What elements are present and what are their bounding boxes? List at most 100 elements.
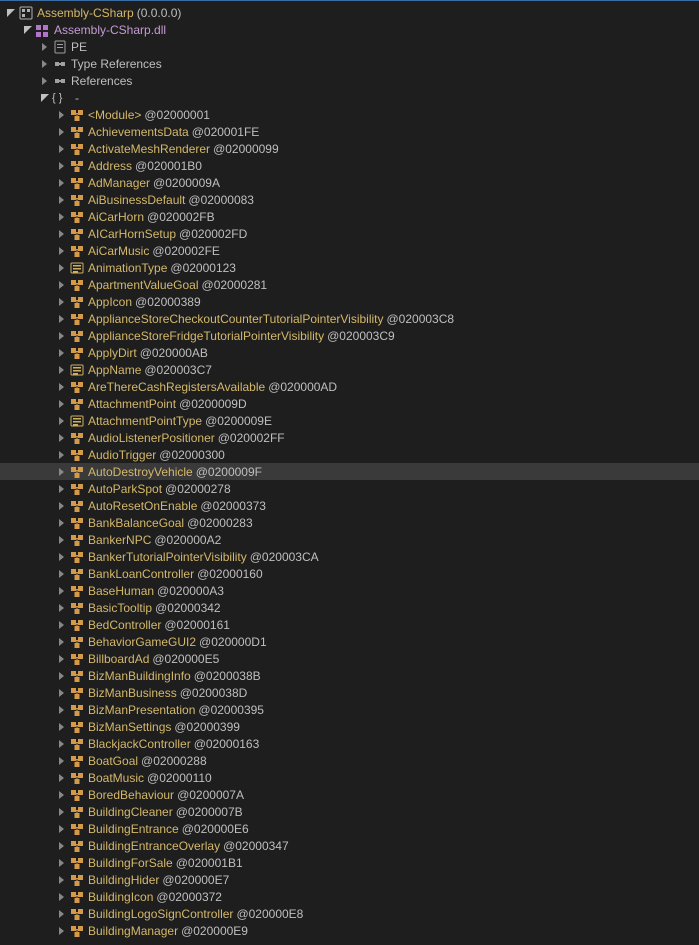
tree-row-type[interactable]: ActivateMeshRenderer@02000099: [0, 140, 699, 157]
collapse-arrow-icon[interactable]: [57, 671, 67, 681]
collapse-arrow-icon[interactable]: [57, 569, 67, 579]
tree-row-type[interactable]: AudioListenerPositioner@020002FF: [0, 429, 699, 446]
collapse-arrow-icon[interactable]: [57, 892, 67, 902]
collapse-arrow-icon[interactable]: [57, 807, 67, 817]
tree-row-type[interactable]: BuildingManager@020000E9: [0, 922, 699, 939]
tree-row-type[interactable]: AppIcon@02000389: [0, 293, 699, 310]
tree-row-type[interactable]: AutoDestroyVehicle@0200009F: [0, 463, 699, 480]
tree-row-type[interactable]: BedController@02000161: [0, 616, 699, 633]
collapse-arrow-icon[interactable]: [57, 144, 67, 154]
tree-row-type[interactable]: BuildingHider@020000E7: [0, 871, 699, 888]
tree-row-type[interactable]: BoredBehaviour@0200007A: [0, 786, 699, 803]
collapse-arrow-icon[interactable]: [57, 246, 67, 256]
tree-row-type[interactable]: AdManager@0200009A: [0, 174, 699, 191]
tree-row-type[interactable]: AudioTrigger@02000300: [0, 446, 699, 463]
tree-row-typerefs[interactable]: Type References: [0, 55, 699, 72]
tree-row-type[interactable]: AttachmentPointType@0200009E: [0, 412, 699, 429]
collapse-arrow-icon[interactable]: [57, 348, 67, 358]
collapse-arrow-icon[interactable]: [57, 161, 67, 171]
collapse-arrow-icon[interactable]: [57, 535, 67, 545]
tree-row-refs[interactable]: References: [0, 72, 699, 89]
collapse-arrow-icon[interactable]: [57, 127, 67, 137]
collapse-arrow-icon[interactable]: [57, 467, 67, 477]
tree-row-type[interactable]: BankerTutorialPointerVisibility@020003CA: [0, 548, 699, 565]
collapse-arrow-icon[interactable]: [57, 365, 67, 375]
collapse-arrow-icon[interactable]: [57, 552, 67, 562]
collapse-arrow-icon[interactable]: [57, 518, 67, 528]
tree-row-type[interactable]: BoatGoal@02000288: [0, 752, 699, 769]
collapse-arrow-icon[interactable]: [57, 280, 67, 290]
collapse-arrow-icon[interactable]: [57, 841, 67, 851]
tree-row-type[interactable]: BasicTooltip@02000342: [0, 599, 699, 616]
collapse-arrow-icon[interactable]: [57, 722, 67, 732]
tree-row-type[interactable]: AchievementsData@020001FE: [0, 123, 699, 140]
tree-row-type[interactable]: AppName@020003C7: [0, 361, 699, 378]
tree-row-type[interactable]: ApplianceStoreCheckoutCounterTutorialPoi…: [0, 310, 699, 327]
tree-row-type[interactable]: BuildingCleaner@0200007B: [0, 803, 699, 820]
collapse-arrow-icon[interactable]: [57, 195, 67, 205]
collapse-arrow-icon[interactable]: [57, 178, 67, 188]
collapse-arrow-icon[interactable]: [57, 382, 67, 392]
tree-row-type[interactable]: ApplianceStoreFridgeTutorialPointerVisib…: [0, 327, 699, 344]
tree-row-assembly[interactable]: Assembly-CSharp (0.0.0.0): [0, 4, 699, 21]
collapse-arrow-icon[interactable]: [57, 739, 67, 749]
collapse-arrow-icon[interactable]: [57, 756, 67, 766]
tree-row-type[interactable]: BaseHuman@020000A3: [0, 582, 699, 599]
collapse-arrow-icon[interactable]: [57, 790, 67, 800]
collapse-arrow-icon[interactable]: [57, 620, 67, 630]
tree-row-type[interactable]: BizManPresentation@02000395: [0, 701, 699, 718]
collapse-arrow-icon[interactable]: [57, 212, 67, 222]
collapse-arrow-icon[interactable]: [57, 909, 67, 919]
expand-arrow-icon[interactable]: [23, 25, 33, 35]
tree-row-type[interactable]: BehaviorGameGUI2@020000D1: [0, 633, 699, 650]
tree-row-namespace[interactable]: { } -: [0, 89, 699, 106]
collapse-arrow-icon[interactable]: [57, 875, 67, 885]
tree-row-pe[interactable]: PE: [0, 38, 699, 55]
tree-row-type[interactable]: <Module>@02000001: [0, 106, 699, 123]
collapse-arrow-icon[interactable]: [57, 637, 67, 647]
expand-arrow-icon[interactable]: [6, 8, 16, 18]
collapse-arrow-icon[interactable]: [57, 297, 67, 307]
tree-row-type[interactable]: ApartmentValueGoal@02000281: [0, 276, 699, 293]
tree-row-type[interactable]: BoatMusic@02000110: [0, 769, 699, 786]
tree-row-type[interactable]: BuildingForSale@020001B1: [0, 854, 699, 871]
collapse-arrow-icon[interactable]: [57, 484, 67, 494]
collapse-arrow-icon[interactable]: [57, 654, 67, 664]
expand-arrow-icon[interactable]: [40, 93, 50, 103]
collapse-arrow-icon[interactable]: [57, 858, 67, 868]
tree-row-type[interactable]: ApplyDirt@020000AB: [0, 344, 699, 361]
tree-row-type[interactable]: BillboardAd@020000E5: [0, 650, 699, 667]
tree-row-type[interactable]: BuildingEntranceOverlay@02000347: [0, 837, 699, 854]
tree-row-type[interactable]: BuildingLogoSignController@020000E8: [0, 905, 699, 922]
tree-row-type[interactable]: Address@020001B0: [0, 157, 699, 174]
tree-row-type[interactable]: BankBalanceGoal@02000283: [0, 514, 699, 531]
tree-row-type[interactable]: AICarHornSetup@020002FD: [0, 225, 699, 242]
tree-row-type[interactable]: BlackjackController@02000163: [0, 735, 699, 752]
tree-row-type[interactable]: BuildingEntrance@020000E6: [0, 820, 699, 837]
collapse-arrow-icon[interactable]: [57, 705, 67, 715]
tree-row-type[interactable]: AttachmentPoint@0200009D: [0, 395, 699, 412]
collapse-arrow-icon[interactable]: [57, 263, 67, 273]
tree-row-dll[interactable]: Assembly-CSharp.dll: [0, 21, 699, 38]
collapse-arrow-icon[interactable]: [57, 314, 67, 324]
tree-row-type[interactable]: BankLoanController@02000160: [0, 565, 699, 582]
tree-row-type[interactable]: AiBusinessDefault@02000083: [0, 191, 699, 208]
collapse-arrow-icon[interactable]: [57, 450, 67, 460]
tree-row-type[interactable]: BizManSettings@02000399: [0, 718, 699, 735]
collapse-arrow-icon[interactable]: [57, 331, 67, 341]
tree-row-type[interactable]: AreThereCashRegistersAvailable@020000AD: [0, 378, 699, 395]
tree-row-type[interactable]: AutoResetOnEnable@02000373: [0, 497, 699, 514]
tree-row-type[interactable]: BankerNPC@020000A2: [0, 531, 699, 548]
tree-row-type[interactable]: AiCarHorn@020002FB: [0, 208, 699, 225]
tree-row-type[interactable]: BizManBusiness@0200038D: [0, 684, 699, 701]
collapse-arrow-icon[interactable]: [57, 926, 67, 936]
collapse-arrow-icon[interactable]: [57, 110, 67, 120]
collapse-arrow-icon[interactable]: [57, 773, 67, 783]
collapse-arrow-icon[interactable]: [57, 603, 67, 613]
collapse-arrow-icon[interactable]: [40, 76, 50, 86]
collapse-arrow-icon[interactable]: [40, 42, 50, 52]
collapse-arrow-icon[interactable]: [57, 416, 67, 426]
collapse-arrow-icon[interactable]: [57, 229, 67, 239]
tree-row-type[interactable]: AnimationType@02000123: [0, 259, 699, 276]
collapse-arrow-icon[interactable]: [40, 59, 50, 69]
